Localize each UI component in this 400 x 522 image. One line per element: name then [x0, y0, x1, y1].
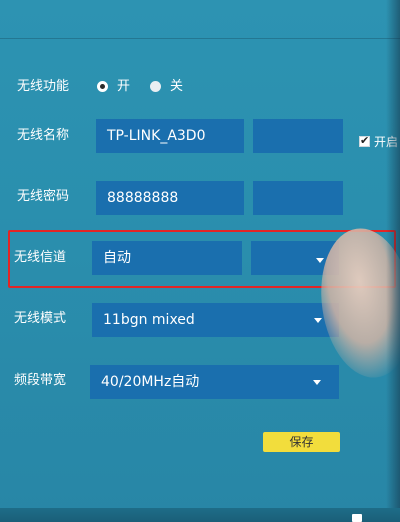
mode-select[interactable]: 11bgn mixed — [92, 303, 339, 337]
checkmark-icon: ✔ — [360, 134, 370, 147]
bottom-bar — [0, 508, 400, 522]
save-button[interactable]: 保存 — [263, 432, 340, 452]
ssid-extra-field[interactable] — [253, 119, 343, 153]
radio-on-label: 开 — [117, 79, 131, 94]
ssid-input[interactable]: TP-LINK_A3D0 — [96, 119, 244, 153]
radio-on[interactable] — [97, 81, 108, 92]
chevron-down-icon — [314, 318, 322, 323]
wireless-function-label: 无线功能 — [17, 79, 70, 94]
radio-off-label: 关 — [170, 79, 184, 94]
bandwidth-label: 频段带宽 — [14, 373, 67, 388]
mode-label: 无线模式 — [14, 311, 67, 326]
password-label: 无线密码 — [17, 189, 70, 204]
password-extra-field[interactable] — [253, 181, 343, 215]
chevron-down-icon — [313, 380, 321, 385]
screen-edge-shadow — [386, 0, 400, 522]
ssid-label: 无线名称 — [17, 128, 70, 143]
bottom-indicator — [352, 514, 362, 522]
radio-off[interactable] — [150, 81, 161, 92]
header-divider — [0, 38, 400, 39]
ssid-enable-checkbox[interactable]: ✔ — [359, 134, 370, 147]
password-input[interactable]: 88888888 — [96, 181, 244, 215]
bandwidth-select[interactable]: 40/20MHz自动 — [90, 365, 339, 399]
router-settings-screen: 无线功能 开 关 无线名称 TP-LINK_A3D0 ✔ 开启 无线密码 888… — [0, 0, 400, 522]
